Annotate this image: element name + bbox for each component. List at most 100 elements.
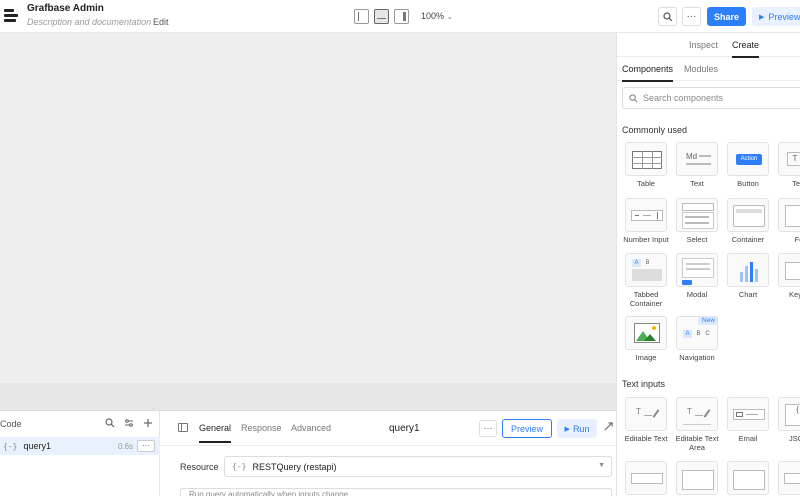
code-panel: Code {-} query1 0.6s ···	[0, 411, 160, 496]
filter-icon[interactable]	[124, 418, 134, 428]
play-icon: ▶	[759, 13, 765, 21]
query-runtime: 0.6s	[118, 441, 134, 451]
run-trigger-select[interactable]: Run query automatically when inputs chan…	[180, 488, 612, 496]
editable-text-area-icon: T	[676, 397, 718, 431]
component-label: Table	[637, 179, 655, 188]
query-more-button[interactable]: ···	[137, 440, 155, 452]
component-image[interactable]: Image	[622, 316, 670, 362]
component-label: Chart	[738, 290, 758, 299]
app-title[interactable]: Grafbase Admin	[27, 3, 104, 14]
preview-button[interactable]: ▶ Preview	[752, 7, 800, 26]
component-json[interactable]: { } JSON	[775, 397, 800, 443]
component-number-input[interactable]: Number Input	[622, 198, 670, 244]
component-text-input[interactable]	[775, 461, 800, 495]
tile-edit-t: T	[687, 407, 692, 416]
search-button[interactable]	[658, 7, 677, 26]
component-text[interactable]: Md Text	[673, 142, 721, 188]
text-icon: T	[778, 142, 800, 176]
chevron-down-icon: ▼	[598, 462, 605, 469]
tab-general[interactable]: General	[199, 423, 232, 443]
sidebar-toggle-icon[interactable]	[178, 423, 188, 432]
component-label: Number Input	[623, 235, 669, 244]
zoom-level: 100%	[421, 11, 445, 21]
component-label: Text	[690, 179, 704, 188]
component-tabbed-container[interactable]: A B Tabbed Container	[622, 253, 670, 308]
component-container[interactable]: Container	[724, 198, 772, 244]
create-subtabs: Components Modules	[617, 57, 800, 82]
tab-modules[interactable]: Modules	[684, 64, 718, 74]
tile-text-md: Md	[686, 152, 698, 161]
search-icon	[662, 11, 672, 21]
component-search-input[interactable]: Search components	[622, 87, 800, 109]
expand-icon[interactable]	[604, 422, 613, 431]
tile-nav-c: C	[705, 331, 710, 337]
component-password[interactable]	[622, 461, 670, 495]
key-value-icon	[778, 253, 800, 287]
app-description[interactable]: Description and documentation	[27, 17, 151, 27]
component-label: Editable Text Area	[675, 434, 719, 452]
tile-text-t: T	[787, 152, 800, 166]
right-panel-tabs: Inspect Create	[617, 33, 800, 58]
zoom-select[interactable]: 100% ⌄	[421, 11, 453, 21]
canvas-footer	[0, 383, 616, 411]
component-label: Fo	[794, 235, 800, 244]
component-label: Key V	[788, 290, 800, 299]
plus-icon[interactable]	[143, 418, 153, 428]
component-label: Modal	[686, 290, 708, 299]
tab-inspect[interactable]: Inspect	[689, 40, 718, 50]
share-button[interactable]: Share	[707, 7, 746, 26]
toggle-left-panel-button[interactable]	[354, 9, 369, 24]
component-editable-text-area[interactable]: T Editable Text Area	[673, 397, 721, 452]
query-list-item[interactable]: {-} query1 0.6s ···	[0, 437, 160, 455]
toggle-bottom-panel-button[interactable]	[374, 9, 389, 24]
tile-tab-b: B	[645, 260, 650, 266]
app-logo-icon[interactable]	[4, 8, 18, 24]
component-form[interactable]: Fo	[775, 198, 800, 244]
component-text-area[interactable]	[724, 461, 772, 495]
resource-select[interactable]: {-} RESTQuery (restapi) ▼	[224, 456, 612, 477]
component-table[interactable]: Table	[622, 142, 670, 188]
query-icon: {-}	[3, 441, 18, 451]
component-text-2[interactable]: T Text	[775, 142, 800, 188]
component-label: Email	[738, 434, 758, 443]
component-button[interactable]: Action Button	[724, 142, 772, 188]
component-editable-text[interactable]: T Editable Text	[622, 397, 670, 443]
tab-components[interactable]: Components	[622, 64, 674, 82]
query-more-button[interactable]: ···	[479, 420, 497, 437]
tab-create[interactable]: Create	[732, 40, 760, 58]
text-input-icon	[778, 461, 800, 495]
select-icon	[676, 198, 718, 232]
query-editor: General Response Advanced query1 ··· Pre…	[160, 411, 616, 496]
edit-description-link[interactable]: Edit	[153, 17, 169, 27]
modal-icon	[676, 253, 718, 287]
more-options-button[interactable]: ···	[682, 7, 701, 26]
app-canvas[interactable]	[0, 33, 616, 383]
query-name-title[interactable]: query1	[389, 423, 420, 434]
top-bar: Grafbase Admin Description and documenta…	[0, 0, 800, 33]
text-area-icon	[727, 461, 769, 495]
component-modal[interactable]: Modal	[673, 253, 721, 299]
run-query-button[interactable]: ▶ Run	[557, 419, 597, 438]
component-rich-text[interactable]	[673, 461, 721, 495]
tab-response[interactable]: Response	[241, 423, 282, 433]
password-icon	[625, 461, 667, 495]
text-icon: Md	[676, 142, 718, 176]
tab-advanced[interactable]: Advanced	[291, 423, 331, 433]
component-email[interactable]: Email	[724, 397, 772, 443]
chevron-down-icon: ⌄	[446, 12, 454, 21]
email-icon	[727, 397, 769, 431]
component-key-value[interactable]: Key V	[775, 253, 800, 299]
resource-value: RESTQuery (restapi)	[252, 461, 337, 472]
editable-text-icon: T	[625, 397, 667, 431]
number-input-icon	[625, 198, 667, 232]
component-label: Navigation	[679, 353, 715, 362]
resource-label: Resource	[180, 462, 219, 472]
component-navigation[interactable]: A B C New Navigation	[673, 316, 721, 362]
toggle-right-panel-button[interactable]	[394, 9, 409, 24]
component-select[interactable]: Select	[673, 198, 721, 244]
form-icon	[778, 198, 800, 232]
run-label: Run	[572, 423, 590, 434]
component-chart[interactable]: Chart	[724, 253, 772, 299]
search-icon[interactable]	[105, 418, 115, 428]
query-preview-button[interactable]: Preview	[502, 419, 552, 438]
